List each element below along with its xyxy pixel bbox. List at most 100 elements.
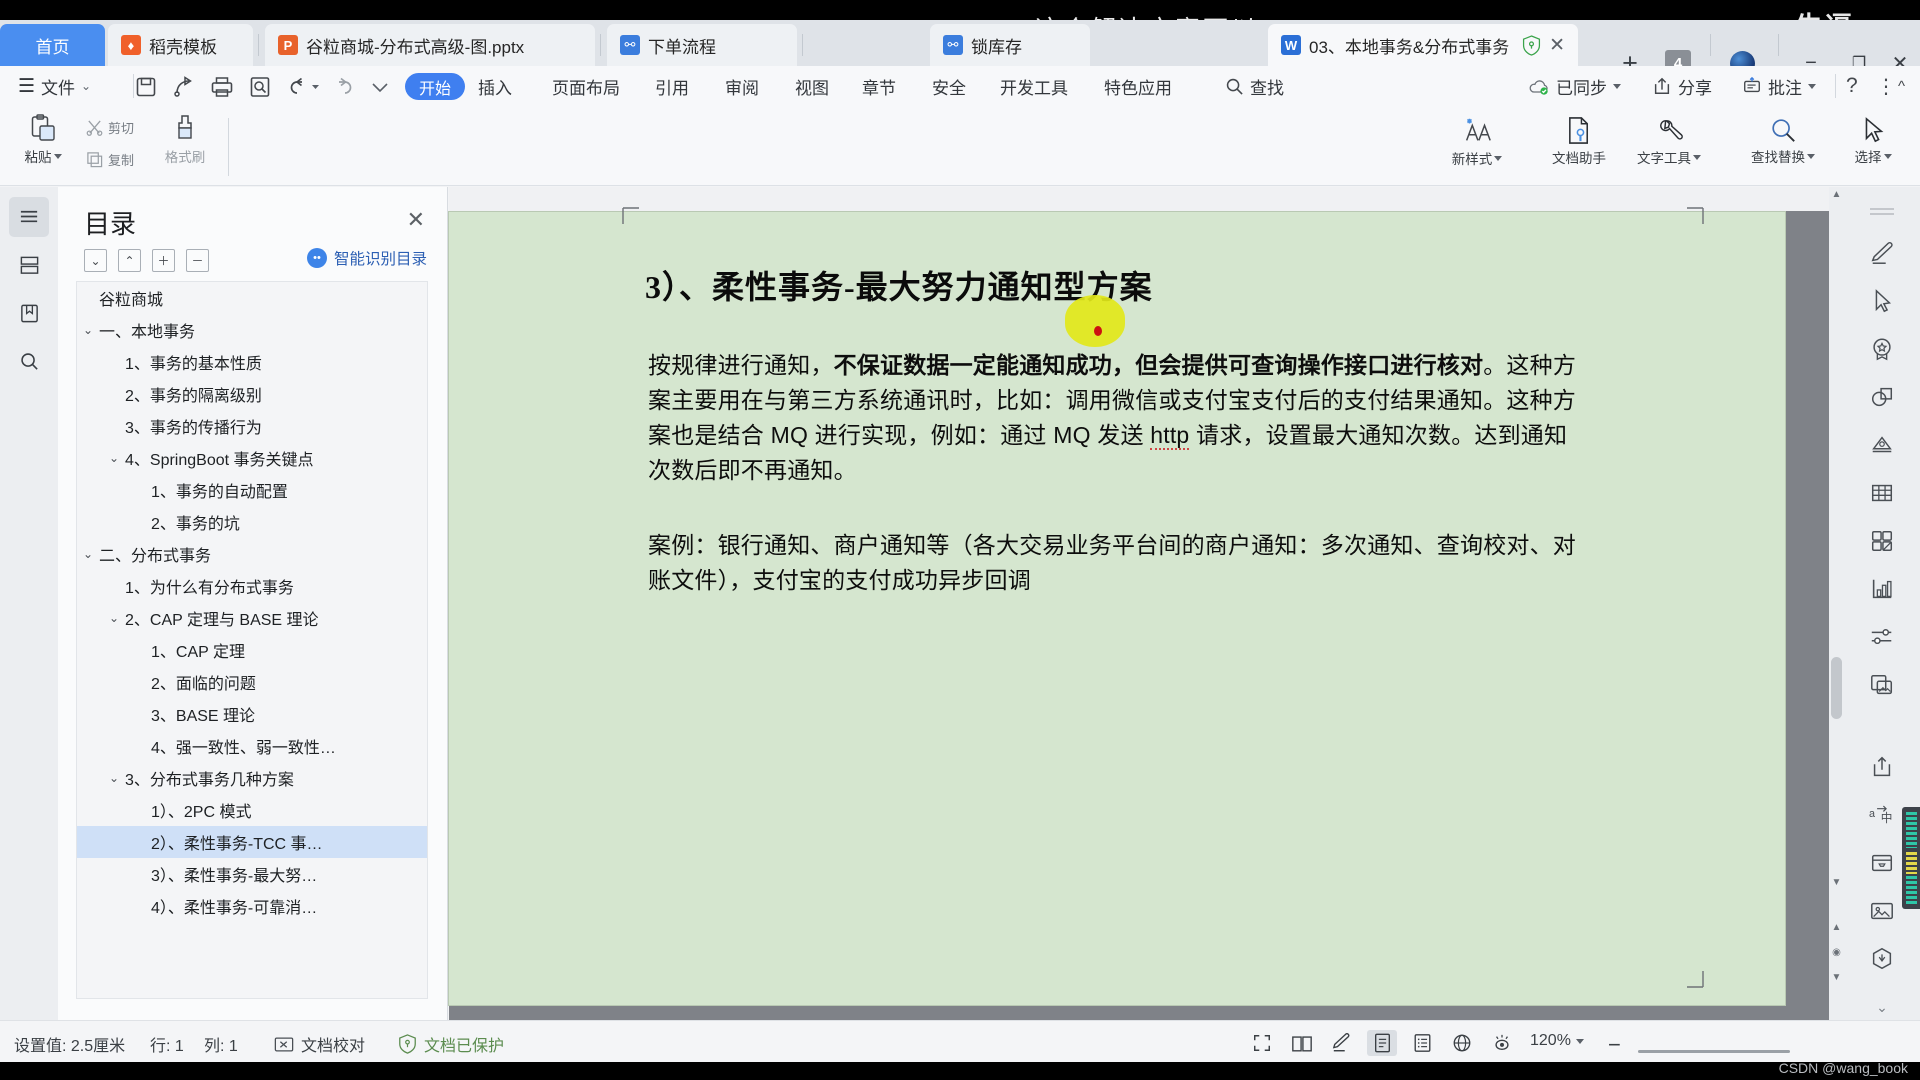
status-protected-label[interactable]: 文档已保护 — [398, 1032, 504, 1056]
customize-toolbar-icon[interactable] — [368, 75, 392, 99]
ribbon-tab-security[interactable]: 安全 — [932, 66, 966, 106]
smart-outline-button[interactable]: •• 智能识别目录 — [306, 247, 427, 269]
outline-item-10[interactable]: ⌄ 2、CAP 定理与 BASE 理论 — [77, 602, 427, 634]
outline-close-icon[interactable]: ✕ — [407, 207, 425, 233]
scroll-up-arrow-icon[interactable]: ▲ — [1830, 189, 1843, 203]
ribbon-tab-devtools[interactable]: 开发工具 — [1000, 66, 1068, 106]
search-panel-toggle[interactable] — [9, 341, 49, 381]
outline-item-6[interactable]: 1、事务的自动配置 — [77, 474, 427, 506]
edit-view-icon[interactable] — [1327, 1030, 1357, 1056]
settings-sliders-icon[interactable] — [1862, 617, 1902, 657]
outline-list[interactable]: 谷粒商城 ⌄ 一、本地事务 1、事务的基本性质 2、事务的隔离级别 3、事务的传播行为 ⌄ 4… — [76, 281, 428, 999]
tab-item-0[interactable]: ♦ 稻壳模板 — [108, 24, 253, 66]
find-replace-button[interactable]: 查找替换 — [1738, 116, 1828, 166]
zoom-slider[interactable] — [1638, 1050, 1790, 1053]
print-icon[interactable] — [210, 75, 234, 99]
bookmark-panel-toggle[interactable] — [9, 293, 49, 333]
thumbnail-panel-toggle[interactable] — [9, 245, 49, 285]
zoom-level-button[interactable]: 120% — [1530, 1032, 1584, 1050]
outline-item-5[interactable]: ⌄ 4、SpringBoot 事务关键点 — [77, 442, 427, 474]
gallery-icon[interactable] — [1862, 665, 1902, 705]
outline-item-4[interactable]: 3、事务的传播行为 — [77, 410, 427, 442]
select-button[interactable]: 选择 — [1838, 116, 1908, 166]
ribbon-find-button[interactable]: 查找 — [1225, 66, 1284, 106]
new-style-button[interactable]: 新样式 — [1440, 116, 1514, 168]
sync-status-button[interactable]: 已同步 — [1528, 66, 1621, 106]
tab-item-1[interactable]: P 谷粒商城-分布式高级-图.pptx — [265, 24, 595, 66]
scroll-thumb[interactable] — [1831, 657, 1842, 719]
ribbon-tab-featured[interactable]: 特色应用 — [1104, 66, 1172, 106]
shapes-icon[interactable] — [1862, 377, 1902, 417]
chevron-down-icon[interactable]: ⌄ — [83, 547, 93, 561]
collapse-ribbon-button[interactable]: ^ — [1898, 66, 1905, 106]
decrease-level-button[interactable]: － — [186, 249, 209, 272]
outline-item-13[interactable]: 3、BASE 理论 — [77, 698, 427, 730]
outline-item-17[interactable]: 2）、柔性事务-TCC 事… — [77, 826, 427, 858]
badge-icon[interactable] — [1862, 329, 1902, 369]
file-menu-button[interactable]: ☰ 文件 ⌄ — [18, 66, 91, 106]
ribbon-tab-start[interactable]: 开始 — [405, 73, 466, 100]
print-preview-icon[interactable] — [248, 75, 272, 99]
translate-icon[interactable]: a中 — [1862, 795, 1902, 835]
more-options-button[interactable]: ⋮ — [1876, 66, 1896, 106]
text-tools-button[interactable]: 文字工具 — [1626, 116, 1712, 167]
outline-item-12[interactable]: 2、面临的问题 — [77, 666, 427, 698]
cut-button[interactable]: 剪切 — [86, 118, 134, 137]
ribbon-tab-layout[interactable]: 页面布局 — [552, 66, 620, 106]
ribbon-tab-reference[interactable]: 引用 — [655, 66, 689, 106]
watermark-icon[interactable] — [1862, 425, 1902, 465]
rail-collapse-handle[interactable] — [1862, 191, 1902, 231]
collapse-all-button[interactable]: ⌃ — [118, 249, 141, 272]
scroll-down-arrow-icon[interactable]: ▼ — [1830, 877, 1843, 891]
outline-item-14[interactable]: 4、强一致性、弱一致性… — [77, 730, 427, 762]
web-view-icon[interactable] — [1447, 1030, 1477, 1056]
ribbon-tab-review[interactable]: 审阅 — [725, 66, 759, 106]
outline-item-9[interactable]: 1、为什么有分布式事务 — [77, 570, 427, 602]
page-view-icon[interactable] — [1367, 1030, 1397, 1056]
document-paragraph-2[interactable]: 案例：银行通知、商户通知等（各大交易业务平台间的商户通知：多次通知、查询校对、对… — [648, 528, 1588, 598]
tab-item-2[interactable]: ⚯ 下单流程 — [607, 24, 797, 66]
help-button[interactable]: ? — [1846, 66, 1858, 106]
outline-item-16[interactable]: 1）、2PC 模式 — [77, 794, 427, 826]
cursor-icon[interactable] — [1862, 281, 1902, 321]
chevron-down-icon[interactable]: ⌄ — [109, 771, 119, 785]
chevron-down-icon[interactable]: ⌄ — [109, 611, 119, 625]
archive-icon[interactable] — [1862, 843, 1902, 883]
outline-item-18[interactable]: 3）、柔性事务-最大努… — [77, 858, 427, 890]
comment-button[interactable]: 批注 — [1742, 66, 1816, 106]
tab-close-icon[interactable]: ✕ — [1549, 36, 1565, 55]
shield-lock-icon[interactable] — [1522, 34, 1541, 56]
outline-item-8[interactable]: ⌄ 二、分布式事务 — [77, 538, 427, 570]
outline-item-15[interactable]: ⌄ 3、分布式事务几种方案 — [77, 762, 427, 794]
tab-home[interactable]: 首页 — [0, 24, 105, 66]
tab-item-3[interactable]: ⚯ 锁库存 — [930, 24, 1090, 66]
undo-icon[interactable] — [288, 75, 322, 99]
image-icon[interactable] — [1862, 891, 1902, 931]
outline-view-icon[interactable] — [1407, 1030, 1437, 1056]
ribbon-tab-section[interactable]: 章节 — [862, 66, 896, 106]
next-page-icon[interactable]: ▼ — [1830, 972, 1843, 986]
save-icon[interactable] — [134, 75, 158, 99]
document-paragraph-1[interactable]: 按规律进行通知，不保证数据一定能通知成功，但会提供可查询操作接口进行核对。这种方… — [648, 348, 1588, 488]
seal-icon[interactable] — [1862, 939, 1902, 979]
previous-page-icon[interactable]: ▲ — [1830, 922, 1843, 936]
outline-panel-toggle[interactable] — [9, 197, 49, 237]
ribbon-tab-view[interactable]: 视图 — [795, 66, 829, 106]
select-browse-object-icon[interactable]: ◉ — [1830, 947, 1843, 961]
status-proofread-button[interactable]: 文档校对 — [274, 1032, 365, 1056]
copy-button[interactable]: 复制 — [86, 150, 134, 169]
outline-item-3[interactable]: 2、事务的隔离级别 — [77, 378, 427, 410]
increase-level-button[interactable]: ＋ — [152, 249, 175, 272]
chevron-down-icon[interactable]: ⌄ — [109, 451, 119, 465]
outline-item-19[interactable]: 4）、柔性事务-可靠消… — [77, 890, 427, 922]
table-icon[interactable] — [1862, 473, 1902, 513]
save-as-icon[interactable] — [172, 75, 196, 99]
format-painter-button[interactable]: 格式刷 — [152, 114, 218, 166]
pen-icon[interactable] — [1862, 233, 1902, 273]
chevron-down-icon[interactable]: ⌄ — [83, 323, 93, 337]
book-view-icon[interactable] — [1287, 1030, 1317, 1056]
zoom-out-button[interactable]: − — [1608, 1032, 1621, 1058]
redo-icon[interactable] — [330, 75, 354, 99]
share-export-icon[interactable] — [1862, 747, 1902, 787]
chart-icon[interactable] — [1862, 569, 1902, 609]
